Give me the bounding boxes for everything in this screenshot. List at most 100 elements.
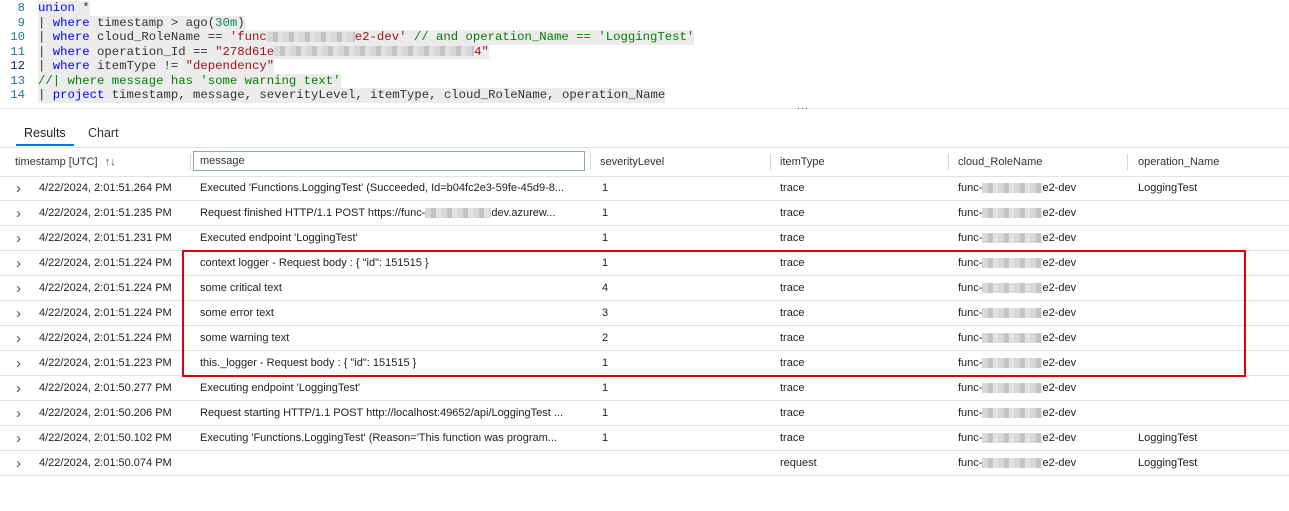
code-line[interactable]: 8 union * [0, 1, 1289, 16]
message-column-filter-input[interactable] [193, 151, 585, 171]
column-header-severitylevel[interactable]: severityLevel [600, 148, 664, 176]
splitter-handle[interactable]: ... [797, 100, 809, 112]
message-text: Request starting HTTP/1.1 POST http://lo… [200, 407, 563, 419]
column-header-cloud-rolename[interactable]: cloud_RoleName [958, 148, 1042, 176]
rolename-text: func- [958, 232, 983, 244]
cell-cloud-rolename: func-e2-dev [958, 301, 1076, 326]
cell-message: some critical text [200, 276, 282, 301]
code-token: | [38, 44, 53, 59]
cell-item-type: request [780, 457, 817, 469]
expand-row-chevron-icon[interactable]: › [16, 201, 21, 226]
cell-cloud-rolename: func-e2-dev [958, 451, 1076, 476]
code-token: timestamp, message, severityLevel, itemT… [104, 88, 666, 102]
code-line[interactable]: 11 | where operation_Id == "278d61e 4" [0, 44, 1289, 59]
column-divider[interactable] [190, 154, 191, 170]
table-row[interactable]: › 4/22/2024, 2:01:51.264 PM Executed 'Func… [0, 176, 1289, 201]
cell-item-type: trace [780, 332, 805, 344]
code-token: where [52, 15, 90, 30]
cell-item-type: trace [780, 182, 805, 194]
expand-row-chevron-icon[interactable]: › [16, 451, 21, 476]
table-row[interactable]: › 4/22/2024, 2:01:50.206 PM Request starti… [0, 401, 1289, 426]
expand-row-chevron-icon[interactable]: › [16, 376, 21, 401]
table-row[interactable]: › 4/22/2024, 2:01:51.224 PM some critical … [0, 276, 1289, 301]
code-token: | [38, 15, 53, 30]
cell-cloud-rolename: func-e2-dev [958, 226, 1076, 251]
table-row[interactable]: › 4/22/2024, 2:01:51.235 PM Request finish… [0, 201, 1289, 226]
column-divider[interactable] [948, 154, 949, 170]
expand-row-chevron-icon[interactable]: › [16, 226, 21, 251]
message-text: Executed endpoint 'LoggingTest' [200, 232, 358, 244]
cell-cloud-rolename: func-e2-dev [958, 326, 1076, 351]
message-text: some warning text [200, 332, 290, 344]
code-line[interactable]: 12 | where itemType != "dependency" [0, 59, 1289, 74]
cell-timestamp: 4/22/2024, 2:01:51.264 PM [39, 182, 172, 194]
expand-row-chevron-icon[interactable]: › [16, 176, 21, 201]
table-row[interactable]: › 4/22/2024, 2:01:51.224 PM context logger… [0, 251, 1289, 276]
code-token: 4" [474, 44, 489, 59]
redacted-text [982, 433, 1043, 444]
code-line[interactable]: 13 //| where message has 'some warning te… [0, 73, 1289, 88]
redacted-text [982, 283, 1043, 294]
message-text: some critical text [200, 282, 282, 294]
table-row[interactable]: › 4/22/2024, 2:01:50.102 PM Executing 'Fun… [0, 426, 1289, 451]
expand-row-chevron-icon[interactable]: › [16, 351, 21, 376]
cell-message: Executing 'Functions.LoggingTest' (Reaso… [200, 426, 557, 451]
code-text: | where cloud_RoleName == 'func e2-dev' /… [38, 30, 695, 45]
table-row[interactable]: › 4/22/2024, 2:01:51.224 PM some warning t… [0, 326, 1289, 351]
rolename-text: e2-dev [1042, 457, 1077, 469]
rolename-text: func- [958, 307, 983, 319]
cell-item-type: trace [780, 307, 805, 319]
cell-message: this._logger - Request body : { "id": 15… [200, 351, 416, 376]
code-line[interactable]: 10 | where cloud_RoleName == 'func e2-dev'… [0, 30, 1289, 45]
column-header-itemtype[interactable]: itemType [780, 148, 825, 176]
cell-cloud-rolename: func-e2-dev [958, 426, 1076, 451]
code-line[interactable]: 14 | project timestamp, message, severity… [0, 88, 1289, 103]
cell-timestamp: 4/22/2024, 2:01:51.223 PM [39, 357, 172, 369]
cell-message: Request starting HTTP/1.1 POST http://lo… [200, 401, 563, 426]
cell-timestamp: 4/22/2024, 2:01:50.074 PM [39, 457, 172, 469]
tab-results[interactable]: Results [16, 124, 74, 146]
pane-splitter[interactable] [0, 108, 1289, 109]
code-token: //| where message has 'some warning text… [38, 73, 341, 88]
cell-cloud-rolename: func-e2-dev [958, 351, 1076, 376]
expand-row-chevron-icon[interactable]: › [16, 276, 21, 301]
column-divider[interactable] [770, 154, 771, 170]
sort-icon[interactable]: ↑↓ [105, 156, 116, 168]
rolename-text: e2-dev [1042, 282, 1077, 294]
expand-row-chevron-icon[interactable]: › [16, 301, 21, 326]
cell-message: Executing endpoint 'LoggingTest' [200, 376, 360, 401]
table-row[interactable]: › 4/22/2024, 2:01:50.277 PM Executing endp… [0, 376, 1289, 401]
column-header-operation-name[interactable]: operation_Name [1138, 148, 1219, 176]
code-token: where [52, 44, 90, 59]
cell-cloud-rolename: func-e2-dev [958, 176, 1076, 201]
column-divider[interactable] [1127, 154, 1128, 170]
results-header: timestamp [UTC] ↑↓ severityLevel itemTyp… [0, 147, 1289, 177]
redacted-text [982, 458, 1043, 469]
line-number: 8 [17, 1, 25, 15]
line-number: 10 [10, 30, 25, 44]
table-row[interactable]: › 4/22/2024, 2:01:51.224 PM some error tex… [0, 301, 1289, 326]
code-line[interactable]: 9 | where timestamp > ago(30m) [0, 15, 1289, 30]
code-token: | [38, 30, 53, 44]
cell-item-type: trace [780, 357, 805, 369]
column-divider[interactable] [590, 154, 591, 170]
tab-chart[interactable]: Chart [88, 124, 119, 144]
rolename-text: func- [958, 257, 983, 269]
cell-severity-level: 3 [602, 307, 609, 319]
expand-row-chevron-icon[interactable]: › [16, 251, 21, 276]
table-row[interactable]: › 4/22/2024, 2:01:50.074 PM request func-e2… [0, 451, 1289, 476]
table-row[interactable]: › 4/22/2024, 2:01:51.223 PM this._logger -… [0, 351, 1289, 376]
expand-row-chevron-icon[interactable]: › [16, 426, 21, 451]
query-editor[interactable]: 8 union * 9 | where timestamp > ago(30m) 10 |… [0, 1, 1289, 105]
cell-timestamp: 4/22/2024, 2:01:51.224 PM [39, 307, 172, 319]
column-header-timestamp[interactable]: timestamp [UTC] ↑↓ [15, 148, 116, 176]
expand-row-chevron-icon[interactable]: › [16, 326, 21, 351]
redacted-text [982, 333, 1043, 344]
message-text: Executing endpoint 'LoggingTest' [200, 382, 361, 394]
cell-timestamp: 4/22/2024, 2:01:51.224 PM [39, 257, 172, 269]
expand-row-chevron-icon[interactable]: › [16, 401, 21, 426]
cell-severity-level: 1 [602, 357, 609, 369]
cell-severity-level: 1 [602, 257, 609, 269]
table-row[interactable]: › 4/22/2024, 2:01:51.231 PM Executed endpo… [0, 226, 1289, 251]
redacted-text [982, 408, 1043, 419]
